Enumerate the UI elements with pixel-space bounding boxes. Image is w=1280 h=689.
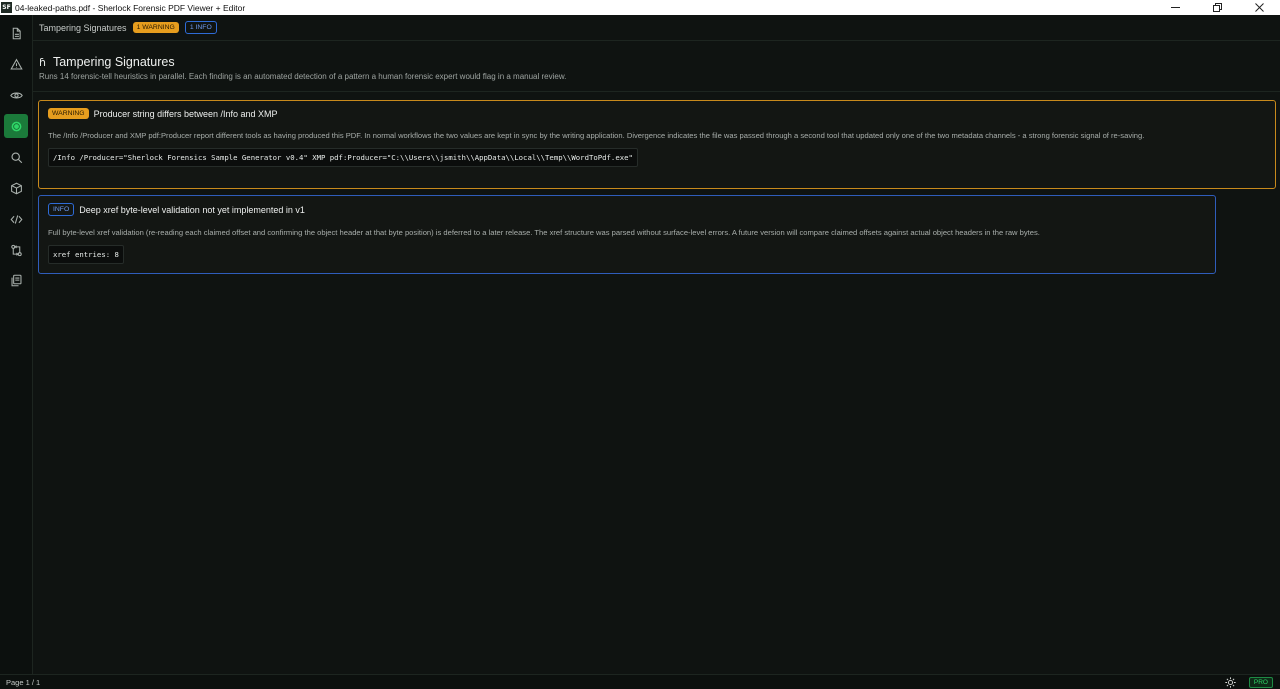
page-indicator: Page 1 / 1 — [6, 677, 41, 687]
eye-icon — [9, 92, 23, 98]
warning-count-badge[interactable]: 1 WARNING — [132, 22, 179, 33]
sidebar-item-objects[interactable] — [4, 176, 28, 200]
finding-description: The /Info /Producer and XMP pdf:Producer… — [48, 131, 1145, 140]
panel-title: Tampering Signatures — [39, 22, 127, 33]
document-icon — [12, 27, 21, 39]
info-count-badge[interactable]: 1 INFO — [184, 21, 217, 34]
window-title-bar: SF 04-leaked-paths.pdf - Sherlock Forens… — [0, 0, 1280, 15]
sidebar-item-source[interactable] — [4, 207, 28, 231]
app-logo: SF — [1, 2, 12, 13]
fingerprint-icon — [11, 121, 21, 131]
severity-badge: INFO — [48, 203, 75, 216]
sidebar-item-document[interactable] — [4, 21, 28, 45]
finding-evidence[interactable]: xref entries: 8 — [48, 245, 124, 264]
sidebar-item-pages[interactable] — [4, 268, 28, 292]
warning-triangle-icon — [9, 58, 23, 69]
finding-card-info[interactable]: INFO Deep xref byte-level validation not… — [38, 195, 1216, 274]
close-button[interactable] — [1238, 0, 1280, 15]
sidebar — [0, 15, 33, 674]
maximize-button[interactable] — [1196, 0, 1238, 15]
theme-toggle-button[interactable] — [1224, 676, 1236, 688]
copy-icon — [11, 274, 21, 286]
git-compare-icon — [10, 244, 22, 256]
panel-header: Tampering Signatures 1 WARNING 1 INFO — [33, 15, 1280, 41]
fingerprint-icon: ɦ — [39, 55, 46, 69]
divider — [33, 91, 1280, 92]
minimize-icon — [1170, 7, 1180, 8]
sidebar-item-tampering[interactable] — [4, 114, 28, 138]
finding-title: Producer string differs between /Info an… — [93, 108, 278, 119]
pro-badge[interactable]: PRO — [1248, 677, 1273, 688]
page-subtitle: Runs 14 forensic-tell heuristics in para… — [39, 72, 567, 81]
search-icon — [10, 151, 22, 163]
window-title: 04-leaked-paths.pdf - Sherlock Forensic … — [15, 2, 246, 13]
sidebar-item-warnings[interactable] — [4, 52, 28, 76]
code-icon — [10, 214, 22, 224]
finding-description: Full byte-level xref validation (re-read… — [48, 228, 1040, 237]
sun-icon — [1224, 676, 1236, 688]
main-content: ɦ Tampering Signatures Runs 14 forensic-… — [33, 42, 1280, 674]
finding-title: Deep xref byte-level validation not yet … — [79, 204, 305, 215]
page-title: Tampering Signatures — [52, 55, 175, 69]
sidebar-item-visibility[interactable] — [4, 83, 28, 107]
status-bar: Page 1 / 1 PRO — [0, 674, 1280, 689]
sidebar-item-compare[interactable] — [4, 238, 28, 262]
cube-icon — [10, 182, 22, 194]
close-icon — [1254, 3, 1264, 12]
finding-card-warning[interactable]: WARNING Producer string differs between … — [38, 100, 1276, 189]
page-heading: ɦ Tampering Signatures — [39, 55, 175, 69]
maximize-icon — [1212, 3, 1222, 12]
finding-evidence[interactable]: /Info /Producer="Sherlock Forensics Samp… — [48, 148, 638, 167]
minimize-button[interactable] — [1154, 0, 1196, 15]
severity-badge: WARNING — [48, 108, 89, 119]
sidebar-item-search[interactable] — [4, 145, 28, 169]
